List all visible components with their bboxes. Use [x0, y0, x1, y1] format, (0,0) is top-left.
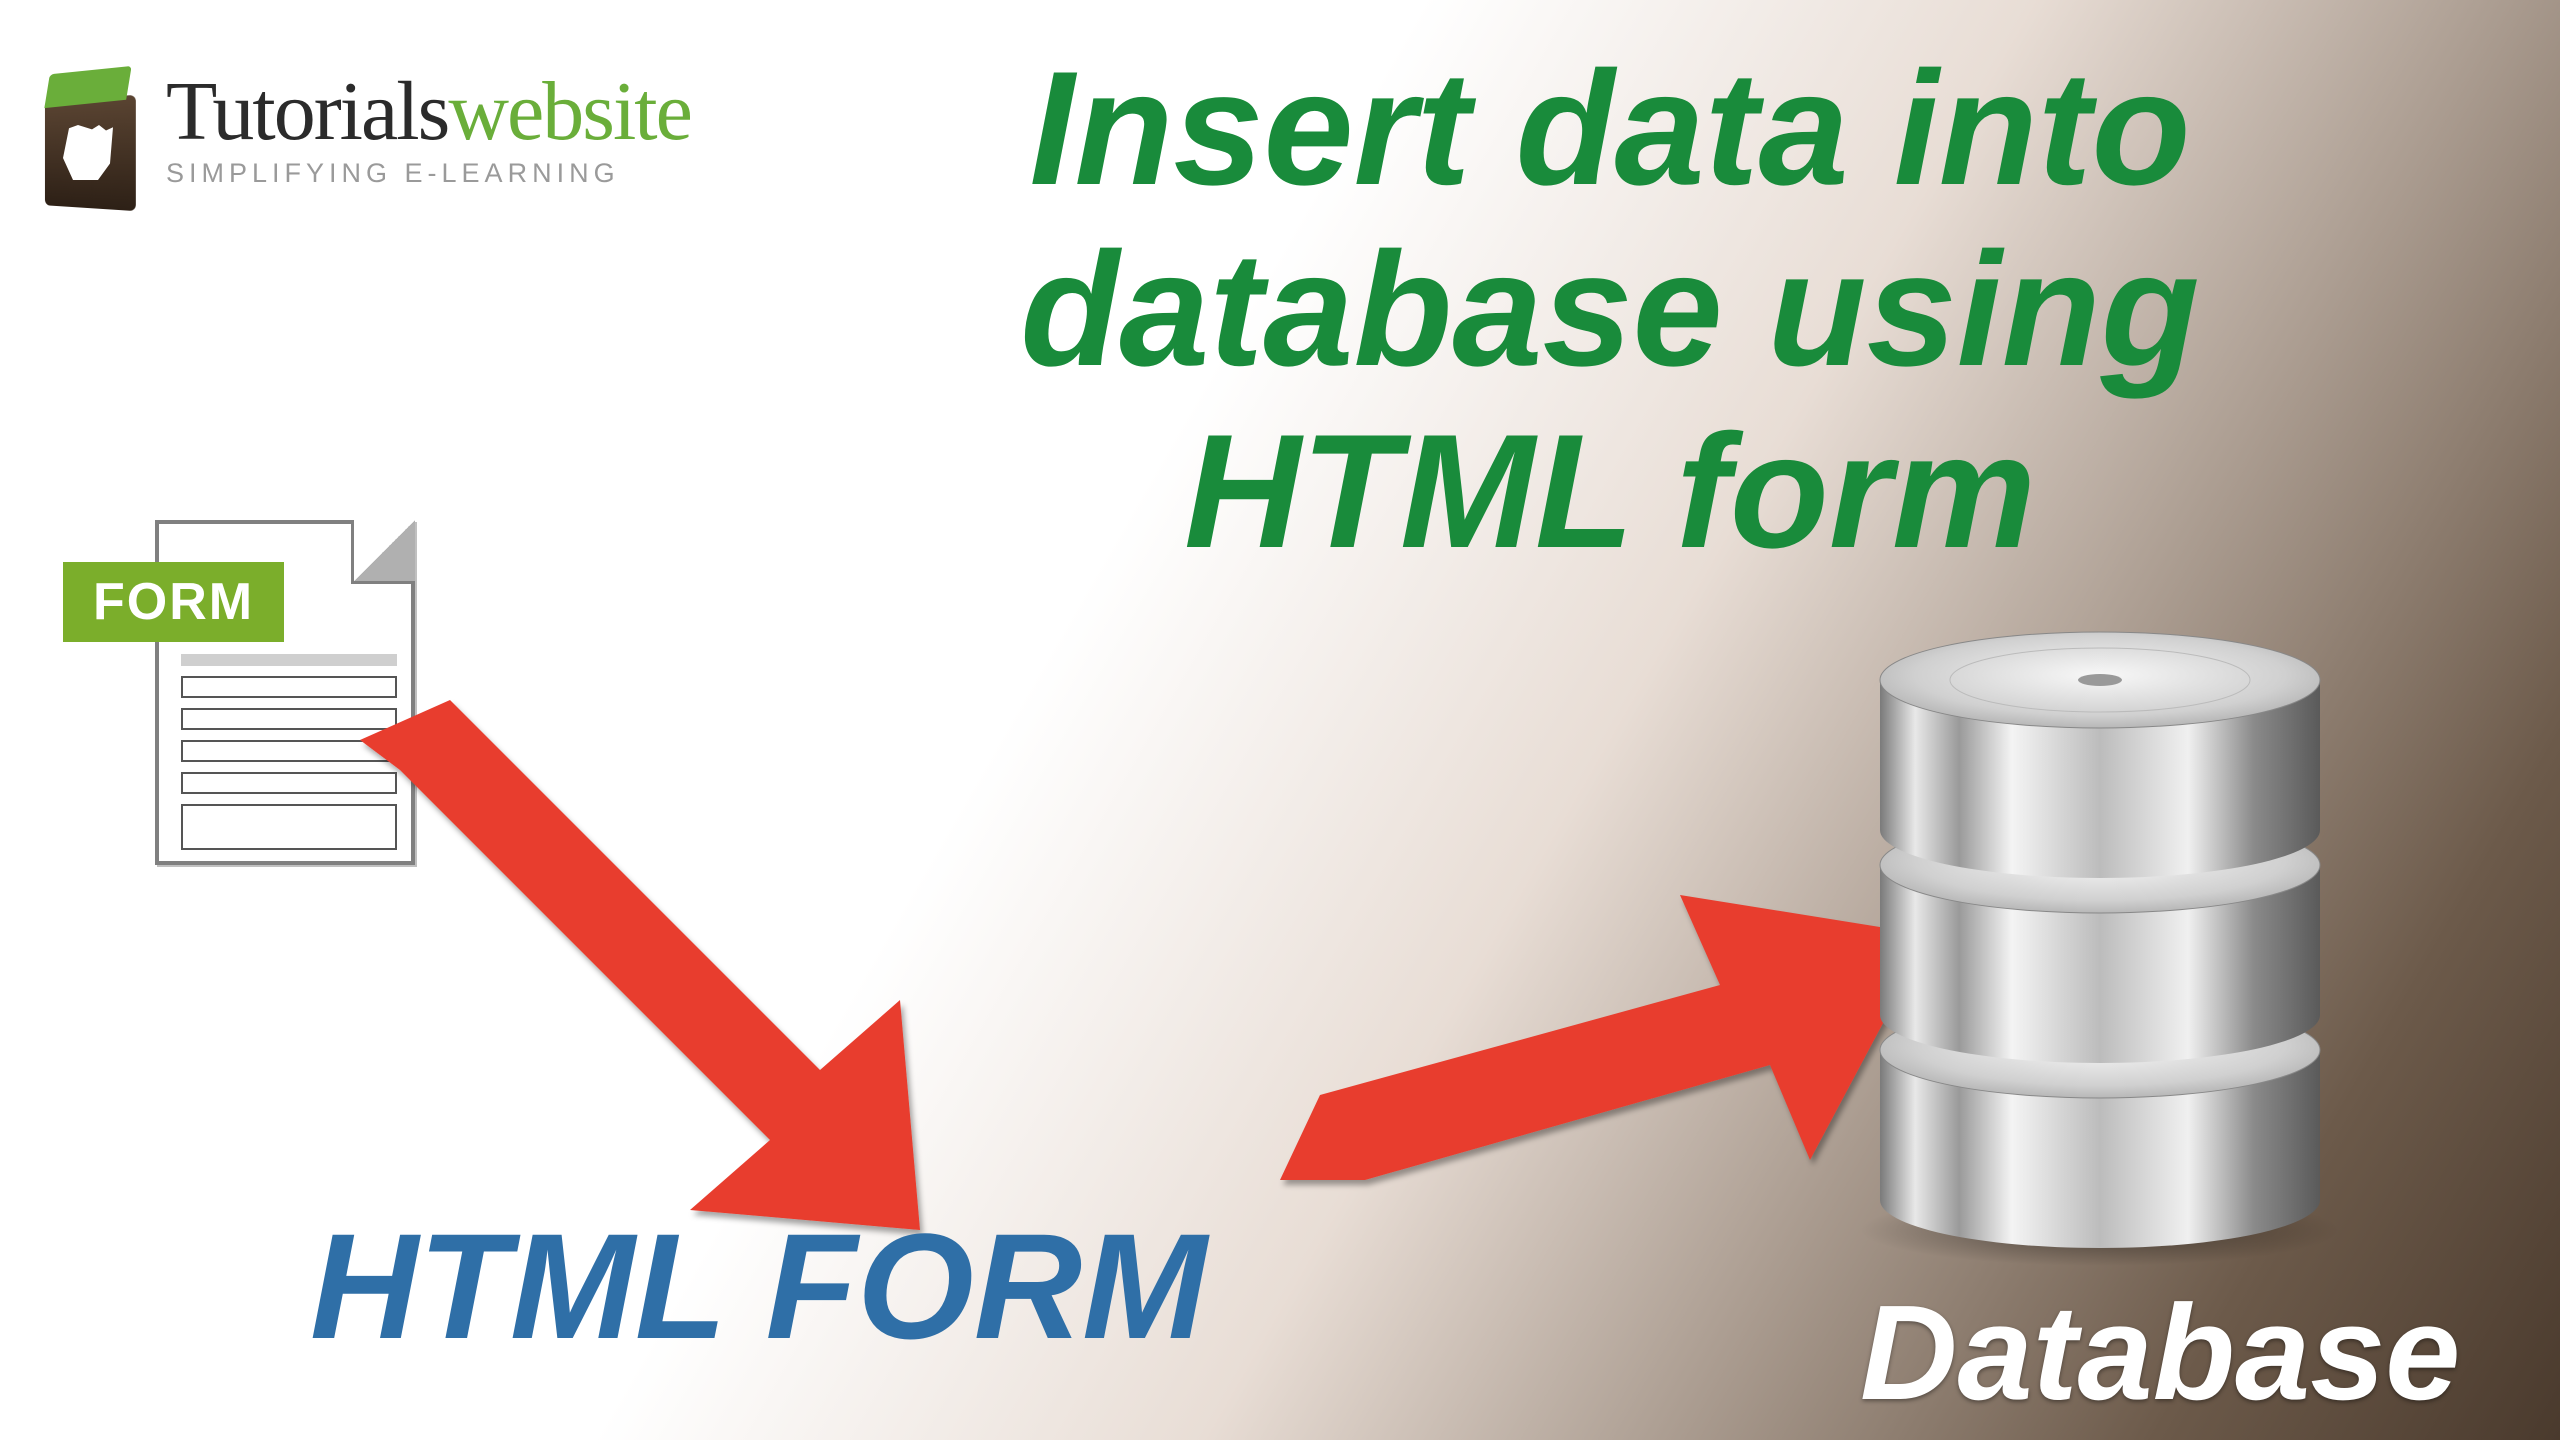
title-line-3: HTML form — [760, 401, 2460, 582]
page-fold-icon — [351, 520, 415, 584]
arrow-form-to-htmlform-icon — [300, 700, 1000, 1265]
logo-brand-tutorials: Tutorials — [166, 65, 448, 158]
form-badge: FORM — [63, 562, 284, 642]
logo-text: Tutorialswebsite SIMPLIFYING E-LEARNING — [166, 70, 691, 189]
title-line-2: database using — [760, 219, 2460, 400]
main-title: Insert data into database using HTML for… — [760, 38, 2460, 582]
logo-book-icon — [38, 70, 158, 220]
logo-brand: Tutorialswebsite — [166, 70, 691, 154]
title-line-1: Insert data into — [760, 38, 2460, 219]
database-icon — [1830, 610, 2370, 1275]
logo: Tutorialswebsite SIMPLIFYING E-LEARNING — [38, 70, 691, 220]
logo-tagline: SIMPLIFYING E-LEARNING — [166, 158, 691, 189]
html-form-label: HTML FORM — [310, 1200, 1207, 1373]
database-label: Database — [1860, 1275, 2460, 1430]
logo-brand-website: website — [448, 65, 691, 158]
